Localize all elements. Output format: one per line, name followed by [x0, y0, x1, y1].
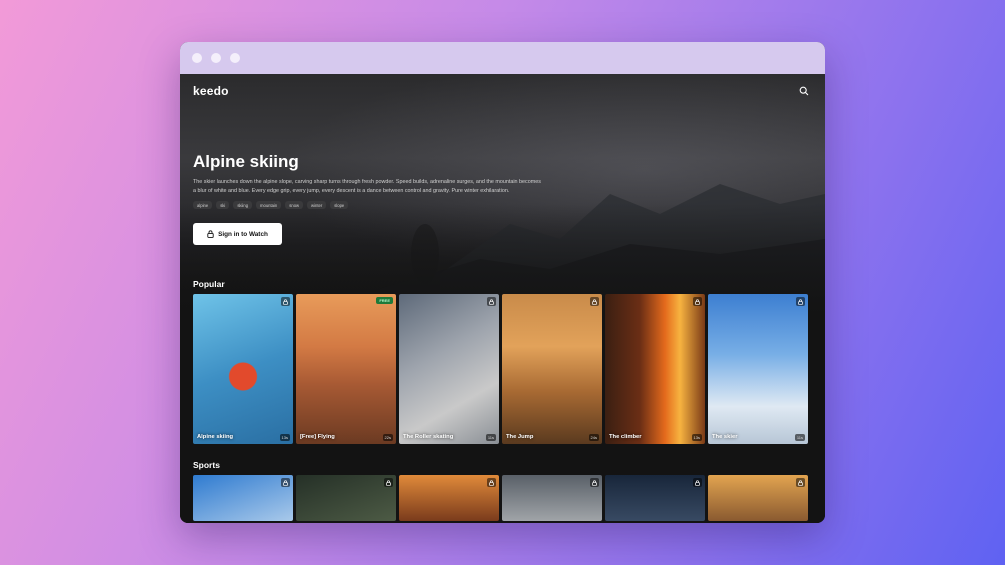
card-duration: 13s	[279, 434, 290, 441]
lock-badge	[693, 478, 702, 487]
video-card[interactable]: FREE [Free] Flying 22s	[296, 294, 396, 444]
section-title-sports: Sports	[193, 460, 220, 470]
hero-tags: alpine ski skiing mountain snow winter s…	[193, 201, 553, 209]
sports-row	[193, 475, 808, 521]
tag[interactable]: mountain	[256, 201, 282, 209]
card-title: [Free] Flying	[300, 434, 335, 440]
lock-badge	[384, 478, 393, 487]
tag[interactable]: ski	[216, 201, 230, 209]
video-card[interactable]	[296, 475, 396, 521]
video-card[interactable]	[193, 475, 293, 521]
lock-badge	[487, 297, 496, 306]
hero-title: Alpine skiing	[193, 152, 299, 171]
lock-icon	[386, 479, 391, 486]
card-duration: 11s	[485, 434, 496, 441]
card-title: The skier	[712, 434, 738, 440]
window-minimize-dot[interactable]	[211, 53, 221, 63]
card-title: The climber	[609, 434, 642, 440]
top-bar: keedo	[193, 79, 812, 103]
card-duration: 13s	[691, 434, 702, 441]
card-duration: 24s	[588, 434, 599, 441]
free-badge: FREE	[376, 297, 393, 304]
lock-icon	[798, 479, 803, 486]
lock-badge	[590, 478, 599, 487]
lock-icon	[695, 298, 700, 305]
window-titlebar	[180, 42, 825, 74]
video-card[interactable]: The Jump 24s	[502, 294, 602, 444]
sign-in-label: Sign in to Watch	[218, 230, 268, 238]
tag[interactable]: alpine	[193, 201, 213, 209]
video-card[interactable]	[708, 475, 808, 521]
search-button[interactable]	[796, 83, 812, 99]
card-title: The Jump	[506, 434, 534, 440]
hero-content: Alpine skiing The skier launches down th…	[193, 152, 553, 245]
lock-badge	[693, 297, 702, 306]
tag[interactable]: skiing	[233, 201, 253, 209]
lock-icon	[798, 298, 803, 305]
lock-icon	[592, 298, 597, 305]
lock-icon	[207, 230, 214, 238]
video-card[interactable]: The Roller skating 11s	[399, 294, 499, 444]
hero-description: The skier launches down the alpine slope…	[193, 179, 541, 194]
card-title: The Roller skating	[403, 434, 454, 440]
video-card[interactable]	[502, 475, 602, 521]
search-icon	[799, 86, 809, 96]
card-title: Alpine skiing	[197, 434, 234, 440]
lock-badge	[487, 478, 496, 487]
lock-icon	[283, 479, 288, 486]
lock-icon	[283, 298, 288, 305]
app-viewport: keedo Alpine skiing The skier launches d…	[180, 74, 825, 523]
video-card[interactable]	[605, 475, 705, 521]
lock-badge	[281, 478, 290, 487]
lock-badge	[796, 297, 805, 306]
tag[interactable]: slope	[330, 201, 349, 209]
video-card[interactable]	[399, 475, 499, 521]
app-logo[interactable]: keedo	[193, 84, 229, 98]
card-duration: 11s	[794, 434, 805, 441]
video-card[interactable]: The skier 11s	[708, 294, 808, 444]
lock-icon	[489, 298, 494, 305]
lock-badge	[796, 478, 805, 487]
video-card[interactable]: Alpine skiing 13s	[193, 294, 293, 444]
card-duration: 22s	[382, 434, 393, 441]
lock-badge	[590, 297, 599, 306]
lock-icon	[592, 479, 597, 486]
window-close-dot[interactable]	[192, 53, 202, 63]
section-title-popular: Popular	[193, 279, 225, 289]
browser-window: keedo Alpine skiing The skier launches d…	[180, 42, 825, 523]
tag[interactable]: snow	[285, 201, 304, 209]
sign-in-to-watch-button[interactable]: Sign in to Watch	[193, 223, 282, 245]
window-maximize-dot[interactable]	[230, 53, 240, 63]
lock-icon	[489, 479, 494, 486]
lock-icon	[695, 479, 700, 486]
video-card[interactable]: The climber 13s	[605, 294, 705, 444]
popular-row: Alpine skiing 13s FREE [Free] Flying 22s…	[193, 294, 808, 444]
lock-badge	[281, 297, 290, 306]
tag[interactable]: winter	[307, 201, 327, 209]
